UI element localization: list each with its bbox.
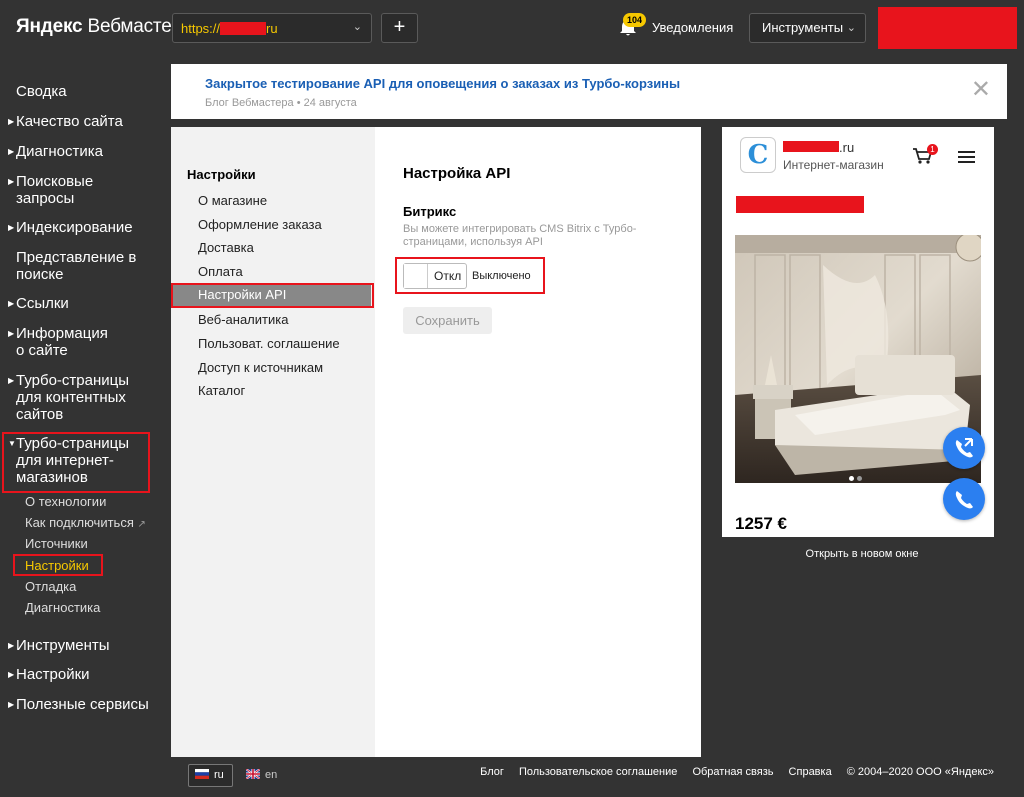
submenu-item-payment[interactable]: Оплата	[198, 264, 243, 279]
submenu-item-checkout[interactable]: Оформление заказа	[198, 217, 322, 232]
triangle-right-icon: ▶	[8, 329, 15, 338]
chevron-down-icon: ⌄	[352, 21, 362, 33]
page-title: Настройка API	[403, 165, 511, 182]
footer-link-help[interactable]: Справка	[789, 766, 832, 778]
header: Яндекс Вебмастер https://ru ⌄ + 104 Увед…	[0, 0, 1024, 56]
shop-domain: .ru	[783, 140, 854, 155]
save-button[interactable]: Сохранить	[403, 307, 492, 334]
hamburger-menu-icon[interactable]	[958, 151, 975, 163]
sidebar-subitem-about[interactable]: О технологии	[25, 494, 106, 509]
tools-label: Инструменты	[762, 20, 844, 35]
section-title: Битрикс	[403, 204, 457, 219]
submenu-item-about-shop[interactable]: О магазине	[198, 193, 267, 208]
site-url: https://ru	[181, 21, 278, 36]
sidebar-item-tools[interactable]: ▶ Инструменты	[8, 637, 158, 654]
phone-incoming-icon	[955, 438, 973, 458]
submenu-item-catalog[interactable]: Каталог	[198, 383, 245, 398]
sidebar-item-site-quality[interactable]: ▶ Качество сайта	[8, 113, 158, 130]
settings-panel: Настройки О магазине Оформление заказа Д…	[171, 127, 701, 757]
redacted-user-area[interactable]	[878, 7, 1017, 49]
chevron-down-icon: ⌄	[846, 22, 856, 34]
uk-flag-icon	[246, 769, 260, 779]
triangle-right-icon: ▶	[8, 700, 15, 709]
section-description: Вы можете интегрировать CMS Bitrix с Тур…	[403, 223, 637, 248]
triangle-right-icon: ▶	[8, 641, 15, 650]
triangle-right-icon: ▶	[8, 376, 15, 385]
footer-link-blog[interactable]: Блог	[480, 766, 504, 778]
sidebar-item-indexing[interactable]: ▶ Индексирование	[8, 219, 158, 236]
call-button[interactable]	[943, 478, 985, 520]
copyright: © 2004–2020 ООО «Яндекс»	[846, 766, 994, 778]
banner-meta: Блог Вебмастера • 24 августа	[205, 97, 357, 109]
banner-title-link[interactable]: Закрытое тестирование API для оповещения…	[205, 76, 680, 91]
highlight-box	[395, 257, 545, 294]
site-select[interactable]: https://ru ⌄	[172, 13, 372, 43]
triangle-right-icon: ▶	[8, 147, 15, 156]
external-link-icon: ↗	[137, 519, 146, 530]
sidebar: Сводка ▶ Качество сайта ▶ Диагностика ▶ Пои…	[0, 56, 171, 756]
tools-dropdown[interactable]: Инструменты ⌄	[749, 13, 866, 43]
redacted-product-name	[736, 196, 864, 213]
submenu-item-user-agreement[interactable]: Пользоват. соглашение	[198, 336, 340, 351]
callback-button[interactable]	[943, 427, 985, 469]
triangle-right-icon: ▶	[8, 177, 15, 186]
sidebar-subitem-sources[interactable]: Источники	[25, 536, 88, 551]
footer-link-user-agreement[interactable]: Пользовательское соглашение	[519, 766, 677, 778]
triangle-right-icon: ▶	[8, 117, 15, 126]
lang-ru-button[interactable]: ru	[188, 764, 233, 787]
shop-logo: C	[740, 137, 776, 173]
sidebar-item-useful-services[interactable]: ▶ Полезные сервисы	[8, 696, 158, 713]
footer-link-feedback[interactable]: Обратная связь	[692, 766, 773, 778]
redacted-domain	[783, 141, 839, 152]
sidebar-item-site-info[interactable]: ▶ Информация о сайте	[8, 325, 158, 359]
highlight-box	[13, 554, 103, 576]
shop-subtitle: Интернет-магазин	[783, 158, 884, 172]
sidebar-subitem-how-to-connect[interactable]: Как подключиться ↗	[25, 515, 146, 530]
close-icon[interactable]: ✕	[971, 78, 991, 102]
lang-en-button[interactable]: en	[246, 769, 277, 781]
sidebar-item-search-queries[interactable]: ▶ Поисковые запросы	[8, 173, 118, 207]
sidebar-item-links[interactable]: ▶ Ссылки	[8, 295, 158, 312]
sidebar-subitem-diagnostics[interactable]: Диагностика	[25, 600, 100, 615]
sidebar-item-search-appearance[interactable]: Представление в поиске	[8, 249, 158, 283]
sidebar-item-diagnostics[interactable]: ▶ Диагностика	[8, 143, 158, 160]
sidebar-subitem-debug[interactable]: Отладка	[25, 579, 76, 594]
submenu-item-source-access[interactable]: Доступ к источникам	[198, 360, 323, 375]
submenu-item-delivery[interactable]: Доставка	[198, 240, 254, 255]
notifications-link[interactable]: Уведомления	[652, 20, 733, 35]
triangle-right-icon: ▶	[8, 223, 15, 232]
settings-submenu: Настройки О магазине Оформление заказа Д…	[171, 127, 375, 757]
highlight-box	[171, 283, 374, 308]
turbo-preview: C .ru Интернет-магазин 1 1257 €	[722, 127, 994, 537]
redacted-domain	[220, 22, 267, 35]
footer-links: Блог Пользовательское соглашение Обратна…	[468, 766, 994, 778]
phone-icon	[955, 491, 973, 509]
sidebar-item-turbo-content[interactable]: ▶ Турбо-страницы для контентных сайтов	[8, 372, 158, 423]
sidebar-item-settings[interactable]: ▶ Настройки	[8, 666, 158, 683]
cart-badge: 1	[927, 144, 938, 155]
product-price: 1257 €	[735, 514, 787, 533]
russia-flag-icon	[195, 769, 209, 779]
open-in-new-window-link[interactable]: Открыть в новом окне	[722, 548, 1002, 560]
highlight-box	[2, 432, 150, 493]
logo[interactable]: Яндекс Вебмастер	[16, 16, 182, 38]
add-site-button[interactable]: +	[381, 13, 418, 43]
image-pager-dots[interactable]	[849, 468, 865, 486]
announcement-banner: Закрытое тестирование API для оповещения…	[171, 64, 1007, 119]
triangle-right-icon: ▶	[8, 299, 15, 308]
sidebar-item-summary[interactable]: Сводка	[8, 83, 158, 100]
api-settings-content: Настройка API Битрикс Вы можете интегрир…	[375, 127, 701, 757]
notifications-badge: 104	[623, 13, 647, 27]
submenu-title: Настройки	[187, 167, 256, 182]
triangle-right-icon: ▶	[8, 670, 15, 679]
submenu-item-analytics[interactable]: Веб-аналитика	[198, 312, 288, 327]
